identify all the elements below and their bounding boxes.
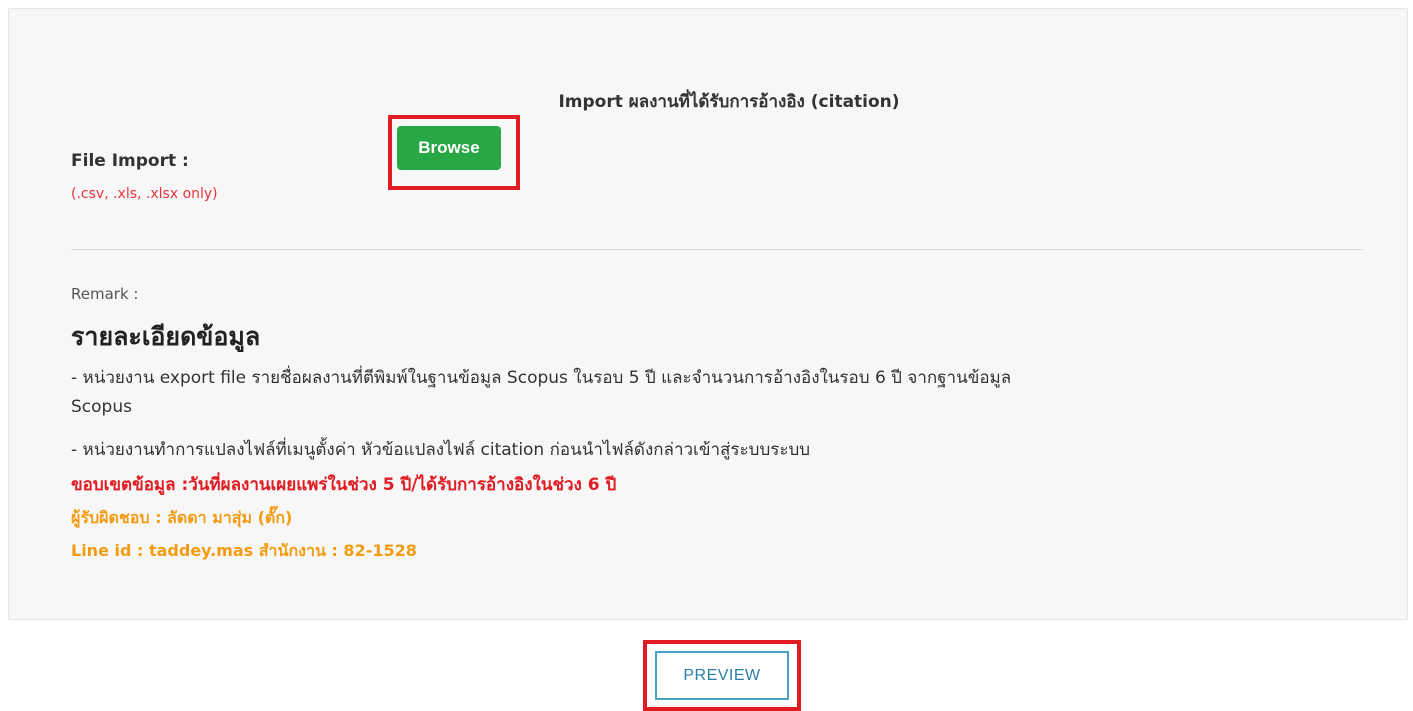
file-import-label: File Import :	[71, 151, 189, 171]
file-type-hint: (.csv, .xls, .xlsx only)	[71, 186, 218, 202]
remark-line-export: - หน่วยงาน export file รายชื่อผลงานที่ตี…	[71, 368, 1012, 388]
data-scope-text: ขอบเขตข้อมูล :วันที่ผลงานเผยแพร่ในช่วง 5…	[71, 475, 617, 495]
remark-line-scopus: Scopus	[71, 397, 132, 417]
preview-button[interactable]: PREVIEW	[655, 651, 789, 700]
import-panel: Import ผลงานที่ได้รับการอ้างอิง (citatio…	[8, 8, 1408, 620]
panel-title: Import ผลงานที่ได้รับการอ้างอิง (citatio…	[558, 92, 900, 112]
section-divider	[71, 249, 1363, 250]
remark-label: Remark :	[71, 285, 139, 303]
detail-heading: รายละเอียดข้อมูล	[71, 322, 261, 351]
remark-line-convert: - หน่วยงานทำการแปลงไฟล์ที่เมนูตั้งค่า หั…	[71, 440, 811, 460]
browse-button[interactable]: Browse	[397, 126, 501, 170]
contact-line-id: Line id : taddey.mas สำนักงาน : 82-1528	[71, 541, 417, 560]
contact-person: ผู้รับผิดชอบ : ลัดดา มาสุ่ม (ตั๊ก)	[71, 508, 293, 527]
